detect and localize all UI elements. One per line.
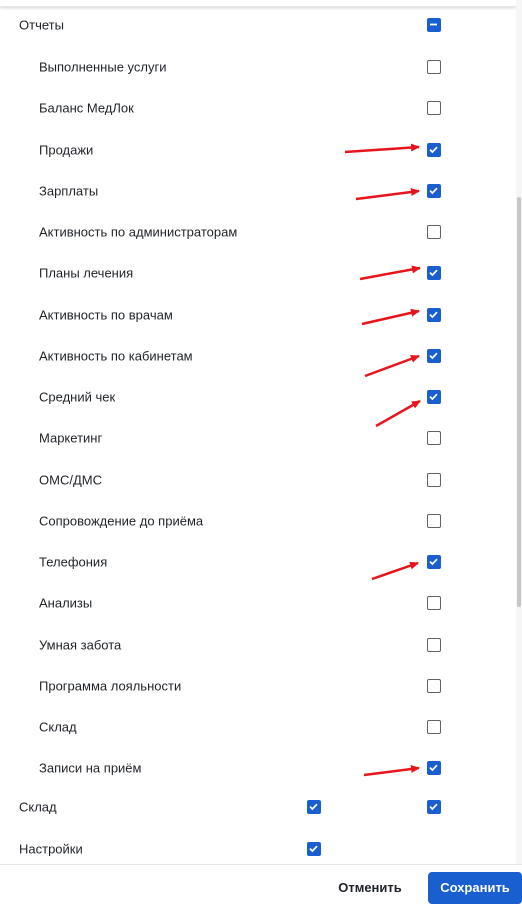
- report-item-label: Анализы: [39, 595, 93, 611]
- report-item-label: Активность по кабинетам: [39, 348, 193, 364]
- section-warehouse-checkbox-col2[interactable]: [427, 800, 441, 814]
- report-item-row: Умная забота: [0, 625, 516, 665]
- report-item-checkbox[interactable]: [427, 761, 441, 776]
- report-item-row: Сопровождение до приёма: [0, 501, 516, 541]
- report-item-label: Выполненные услуги: [39, 59, 167, 75]
- report-item-checkbox[interactable]: [427, 472, 441, 487]
- report-item-row: Анализы: [0, 583, 516, 623]
- report-item-label: Баланс МедЛок: [39, 100, 134, 116]
- report-item-checkbox[interactable]: [427, 225, 441, 239]
- report-item-row: Планы лечения: [0, 253, 516, 293]
- report-item-checkbox[interactable]: [427, 431, 441, 446]
- report-item-label: Продажи: [39, 142, 94, 157]
- report-item-row: Зарплаты: [0, 171, 516, 211]
- report-item-label: Склад: [39, 719, 77, 735]
- report-item-checkbox[interactable]: [427, 596, 441, 611]
- report-item-row: Баланс МедЛок: [0, 88, 516, 128]
- report-item-checkbox[interactable]: [427, 183, 441, 198]
- report-item-label: ОМС/ДМС: [39, 472, 102, 487]
- report-item-row: Активность по врачам: [0, 295, 516, 335]
- report-item-checkbox[interactable]: [427, 720, 441, 734]
- report-item-checkbox[interactable]: [427, 101, 441, 116]
- report-item-row: Выполненные услуги: [0, 47, 516, 87]
- section-reports-row: Отчеты: [0, 5, 516, 45]
- report-item-label: Планы лечения: [39, 265, 134, 281]
- report-item-checkbox[interactable]: [427, 637, 441, 652]
- report-item-label: Маркетинг: [39, 430, 103, 446]
- report-item-row: Активность по кабинетам: [0, 336, 516, 376]
- report-item-checkbox[interactable]: [427, 348, 441, 363]
- save-button[interactable]: Сохранить: [428, 872, 522, 904]
- section-warehouse-label: Склад: [19, 799, 57, 815]
- report-item-row: ОМС/ДМС: [0, 460, 516, 500]
- report-item-row: Склад: [0, 707, 516, 747]
- report-item-checkbox[interactable]: [427, 307, 441, 322]
- section-settings-checkbox-col1[interactable]: [307, 842, 321, 856]
- report-item-label: Средний чек: [39, 389, 116, 405]
- section-warehouse-checkbox-col1[interactable]: [307, 800, 321, 814]
- report-item-row: Записи на приём: [0, 748, 516, 788]
- section-settings-row: Настройки: [0, 829, 516, 866]
- dialog-footer: Отменить Сохранить: [0, 864, 522, 910]
- scrollbar-thumb[interactable]: [517, 197, 521, 607]
- report-item-checkbox[interactable]: [427, 678, 441, 693]
- report-item-row: Программа лояльности: [0, 666, 516, 706]
- report-item-row: Телефония: [0, 542, 516, 582]
- section-settings-label: Настройки: [19, 841, 83, 857]
- report-item-label: Программа лояльности: [39, 678, 182, 694]
- report-item-row: Продажи: [0, 130, 516, 170]
- report-item-label: Активность по врачам: [39, 307, 173, 322]
- report-item-checkbox[interactable]: [427, 390, 441, 404]
- permissions-list[interactable]: Отчеты Выполненные услуги Баланс МедЛок Пр…: [0, 0, 516, 866]
- report-item-label: Активность по администраторам: [39, 224, 238, 240]
- report-item-label: Умная забота: [39, 637, 122, 652]
- report-item-label: Телефония: [39, 554, 108, 570]
- report-item-label: Записи на приём: [39, 760, 142, 776]
- report-item-row: Средний чек: [0, 377, 516, 417]
- report-item-checkbox[interactable]: [427, 142, 441, 157]
- report-item-checkbox[interactable]: [427, 266, 441, 281]
- report-item-checkbox[interactable]: [427, 555, 441, 569]
- cancel-button[interactable]: Отменить: [326, 872, 414, 904]
- report-item-row: Маркетинг: [0, 418, 516, 458]
- section-reports-label: Отчеты: [19, 17, 64, 33]
- report-item-row: Активность по администраторам: [0, 212, 516, 252]
- report-item-checkbox[interactable]: [427, 513, 441, 528]
- report-item-label: Сопровождение до приёма: [39, 513, 204, 529]
- section-reports-checkbox[interactable]: [427, 18, 441, 32]
- report-item-label: Зарплаты: [39, 183, 99, 199]
- section-warehouse-row: Склад: [0, 787, 516, 827]
- report-item-checkbox[interactable]: [427, 60, 441, 74]
